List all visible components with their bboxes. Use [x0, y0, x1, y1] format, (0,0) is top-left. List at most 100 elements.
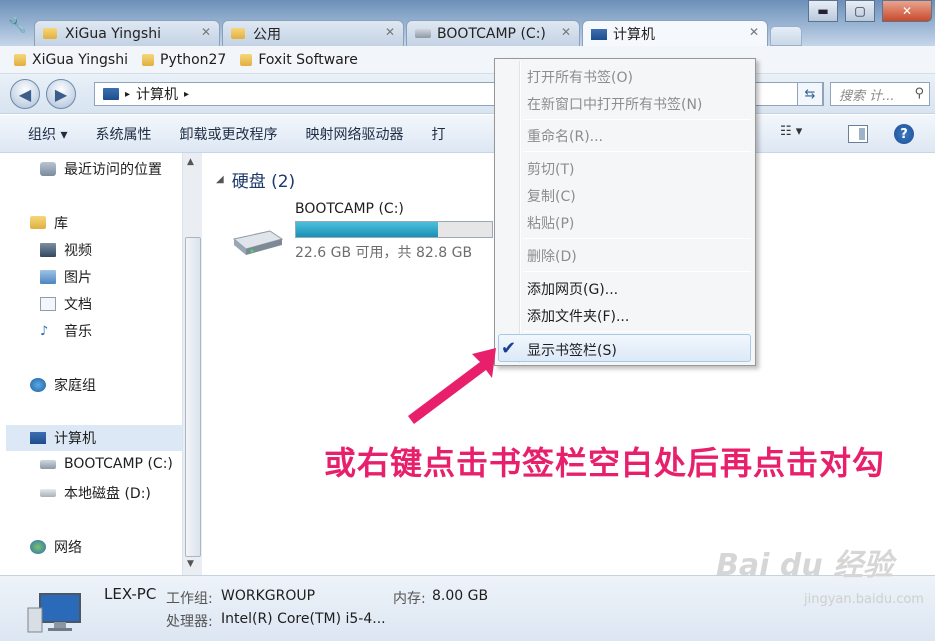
collapse-icon[interactable]: ◢	[216, 174, 224, 185]
menu-delete: 删除(D)	[527, 249, 577, 265]
nav-label: 计算机	[54, 431, 96, 447]
computer-icon	[27, 593, 81, 633]
annotation-text: 或右键点击书签栏空白处后再点击对勾	[324, 444, 886, 482]
workgroup-value: WORKGROUP	[221, 588, 316, 604]
documents-icon	[40, 297, 56, 311]
scroll-down-icon[interactable]: ▼	[187, 559, 194, 569]
new-tab-button[interactable]	[770, 26, 802, 46]
menu-open-all: 打开所有书签(O)	[527, 70, 633, 86]
nav-documents[interactable]: 文档	[40, 294, 92, 314]
close-tab-icon[interactable]: ✕	[201, 25, 211, 39]
map-network-drive-button[interactable]: 映射网络驱动器	[305, 124, 403, 144]
menu-separator	[523, 331, 751, 332]
nav-drive-c[interactable]: BOOTCAMP (C:)	[40, 456, 173, 472]
menu-open-all-new-window: 在新窗口中打开所有书签(N)	[527, 97, 703, 113]
computer-icon	[30, 432, 46, 444]
tab-label: 公用	[253, 26, 281, 43]
processor-value: Intel(R) Core(TM) i5-4...	[221, 611, 386, 627]
hard-drive-icon[interactable]	[230, 227, 284, 257]
menu-cut: 剪切(T)	[527, 162, 575, 178]
folder-icon	[14, 53, 26, 66]
menu-separator	[523, 119, 751, 120]
address-bar-row: ◀ ▶ ▸ 计算机 ▸ ⇆ 搜索 计... ⚲	[0, 74, 935, 114]
back-button[interactable]: ◀	[10, 79, 40, 109]
nav-computer[interactable]: 计算机	[6, 425, 182, 451]
drive-usage-bar	[295, 221, 493, 238]
minimize-button[interactable]: ▬	[808, 0, 838, 22]
tab-label: BOOTCAMP (C:)	[437, 25, 546, 42]
drive-usage-fill	[296, 222, 439, 237]
nav-label: 本地磁盘 (D:)	[64, 486, 151, 502]
menu-add-folder[interactable]: 添加文件夹(F)...	[527, 306, 629, 326]
nav-library[interactable]: 库	[30, 213, 68, 233]
bookmark-label: Foxit Software	[258, 51, 358, 68]
search-icon: ⚲	[914, 86, 924, 101]
library-icon	[30, 216, 46, 230]
nav-network[interactable]: 网络	[30, 537, 82, 557]
folder-icon	[142, 53, 154, 66]
tab-bootcamp[interactable]: BOOTCAMP (C:) ✕	[406, 20, 580, 46]
bookmark-item[interactable]: Foxit Software	[240, 52, 358, 68]
bookmark-item[interactable]: Python27	[142, 52, 226, 68]
videos-icon	[40, 243, 56, 257]
forward-button[interactable]: ▶	[46, 79, 76, 109]
nav-music[interactable]: ♪ 音乐	[40, 321, 92, 341]
details-pane: LEX-PC 工作组: WORKGROUP 内存: 8.00 GB 处理器: I…	[0, 575, 935, 641]
baidu-watermark: Bai du 经验 jingyan.baidu.com	[716, 540, 924, 607]
bookmark-label: Python27	[160, 51, 227, 68]
nav-label: 最近访问的位置	[64, 162, 162, 178]
scroll-thumb[interactable]	[185, 237, 201, 557]
menu-separator	[523, 271, 751, 272]
menu-show-bookmarks-bar[interactable]: 显示书签栏(S)	[527, 340, 617, 360]
maximize-button[interactable]: ▢	[845, 0, 875, 22]
bookmarks-bar[interactable]: XiGua Yingshi Python27 Foxit Software	[0, 46, 935, 74]
nav-recent-places[interactable]: 最近访问的位置	[40, 159, 162, 179]
close-tab-icon[interactable]: ✕	[561, 25, 571, 39]
tab-label: 计算机	[613, 27, 655, 43]
nav-pictures[interactable]: 图片	[40, 267, 92, 287]
bookmark-item[interactable]: XiGua Yingshi	[14, 52, 128, 68]
pictures-icon	[40, 270, 56, 284]
uninstall-programs-button[interactable]: 卸载或更改程序	[179, 124, 277, 144]
watermark-url: jingyan.baidu.com	[804, 592, 924, 607]
wrench-icon[interactable]: 🔧	[8, 16, 27, 34]
group-header[interactable]: ◢ 硬盘 (2)	[216, 167, 295, 192]
computer-icon	[103, 88, 119, 100]
drive-name[interactable]: BOOTCAMP (C:)	[295, 201, 404, 217]
close-button[interactable]: ✕	[882, 0, 932, 22]
memory-label: 内存:	[393, 591, 426, 607]
nav-label: 网络	[54, 540, 82, 556]
refresh-icon[interactable]: ⇆	[797, 82, 823, 106]
organize-button[interactable]: 组织 ▾	[28, 124, 67, 144]
menu-paste: 粘贴(P)	[527, 216, 575, 232]
nav-drive-d[interactable]: 本地磁盘 (D:)	[40, 483, 151, 503]
nav-label: 文档	[64, 297, 92, 313]
tab-public[interactable]: 公用 ✕	[222, 20, 404, 46]
homegroup-icon	[30, 378, 46, 392]
open-control-panel-button[interactable]: 打	[431, 124, 445, 144]
menu-add-page[interactable]: 添加网页(G)...	[527, 279, 618, 299]
bookmarks-context-menu: 打开所有书签(O) 在新窗口中打开所有书签(N) 重命名(R)... 剪切(T)…	[494, 58, 756, 366]
workgroup-label: 工作组:	[166, 591, 213, 607]
watermark-logo: Bai du 经验	[716, 548, 894, 583]
system-properties-button[interactable]: 系统属性	[95, 124, 151, 144]
annotation-arrow-icon	[408, 348, 496, 424]
help-icon[interactable]: ?	[894, 124, 914, 144]
drive-icon	[415, 29, 431, 38]
menu-copy: 复制(C)	[527, 189, 576, 205]
search-input[interactable]: 搜索 计... ⚲	[830, 82, 930, 106]
preview-pane-icon[interactable]	[848, 125, 868, 143]
nav-homegroup[interactable]: 家庭组	[30, 375, 96, 395]
tab-computer[interactable]: 计算机 ✕	[582, 20, 768, 47]
title-bar: 🔧 XiGua Yingshi ✕ 公用 ✕ BOOTCAMP (C:) ✕ 计…	[0, 0, 935, 47]
close-tab-icon[interactable]: ✕	[385, 25, 395, 39]
drive-icon	[40, 459, 56, 469]
close-tab-icon[interactable]: ✕	[749, 25, 759, 39]
nav-scrollbar[interactable]: ▲ ▼	[182, 153, 202, 575]
tab-xigua[interactable]: XiGua Yingshi ✕	[34, 20, 220, 46]
drive-icon	[40, 489, 56, 497]
nav-videos[interactable]: 视频	[40, 240, 92, 260]
scroll-up-icon[interactable]: ▲	[187, 157, 194, 167]
nav-label: BOOTCAMP (C:)	[64, 456, 173, 472]
change-view-button[interactable]: ☷ ▾	[780, 124, 820, 144]
